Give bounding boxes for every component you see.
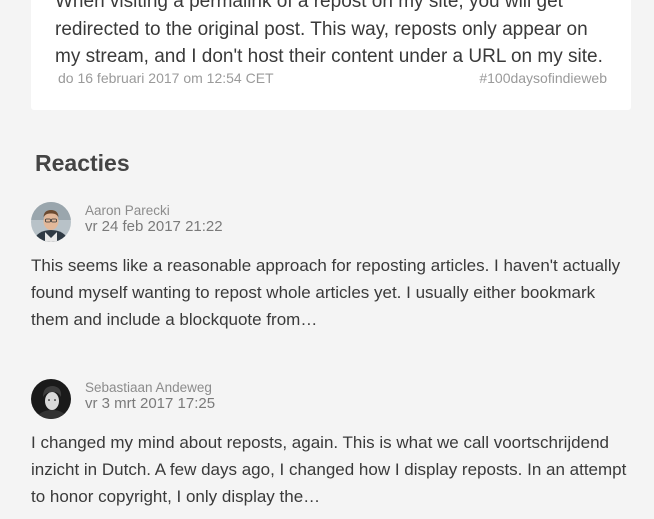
comment-header: Sebastiaan Andeweg vr 3 mrt 2017 17:25 bbox=[31, 379, 631, 419]
avatar[interactable] bbox=[31, 379, 71, 419]
avatar-photo bbox=[31, 379, 71, 419]
comment-header: Aaron Parecki vr 24 feb 2017 21:22 bbox=[31, 202, 631, 242]
comment-author[interactable]: Aaron Parecki bbox=[85, 203, 170, 218]
avatar[interactable] bbox=[31, 202, 71, 242]
post-date-link[interactable]: do 16 februari 2017 om 12:54 CET bbox=[58, 70, 274, 86]
post-card: When visiting a permalink of a repost on… bbox=[31, 0, 631, 110]
post-text: When visiting a permalink of a repost on… bbox=[55, 0, 603, 67]
comment-body: This seems like a reasonable approach fo… bbox=[31, 256, 621, 329]
post-meta: do 16 februari 2017 om 12:54 CET #100day… bbox=[58, 70, 607, 86]
comment-date[interactable]: vr 3 mrt 2017 17:25 bbox=[85, 395, 215, 412]
post-tag-link[interactable]: #100daysofindieweb bbox=[479, 70, 607, 86]
comment: Sebastiaan Andeweg vr 3 mrt 2017 17:25 I… bbox=[31, 379, 631, 510]
comment-body: I changed my mind about reposts, again. … bbox=[31, 433, 627, 506]
comment: Aaron Parecki vr 24 feb 2017 21:22 This … bbox=[31, 202, 631, 333]
comment-author[interactable]: Sebastiaan Andeweg bbox=[85, 380, 212, 395]
page: When visiting a permalink of a repost on… bbox=[0, 0, 654, 519]
comment-date[interactable]: vr 24 feb 2017 21:22 bbox=[85, 218, 223, 235]
reactions-heading: Reacties bbox=[35, 150, 130, 176]
avatar-photo bbox=[31, 202, 71, 242]
